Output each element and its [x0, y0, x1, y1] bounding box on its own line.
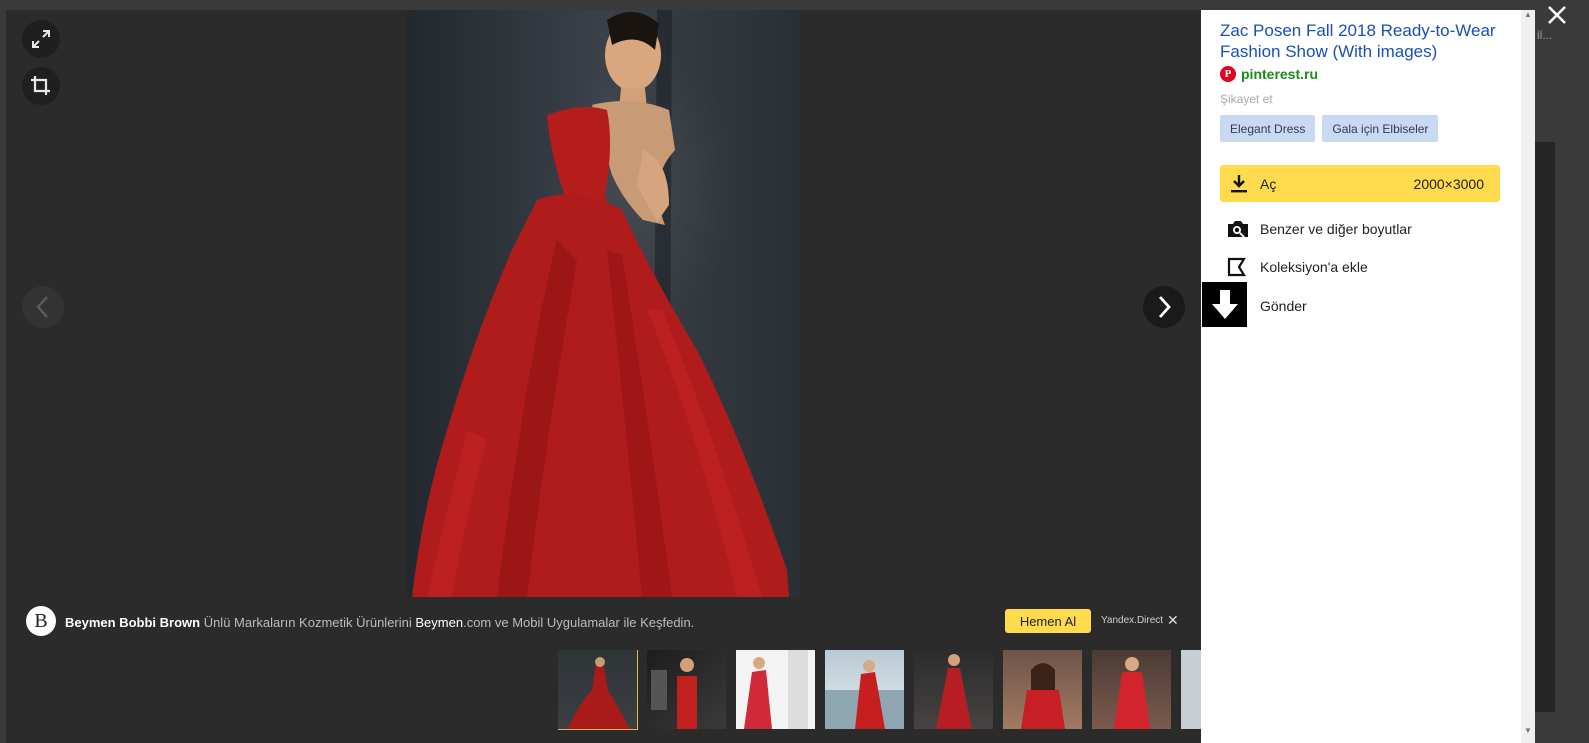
background-page-text: il...: [1537, 28, 1553, 42]
close-icon: ✕: [1167, 612, 1179, 628]
ad-brand-name: Beymen Bobbi Brown: [65, 615, 201, 630]
background-page-strip: [1535, 142, 1555, 712]
prev-image-button[interactable]: [22, 286, 64, 328]
thumbnail-image: [568, 657, 630, 729]
thumbnail-image: [1021, 663, 1065, 729]
thumbnail-image: [825, 660, 904, 729]
ad-text-after: .com ve Mobil Uygulamalar ile Keşfedin.: [463, 615, 695, 630]
ad-text-highlight: Beymen: [415, 615, 464, 630]
thumbnail-item[interactable]: [825, 650, 904, 729]
download-icon: [1231, 175, 1247, 193]
thumbnail-image: [936, 654, 972, 729]
source-link[interactable]: P pinterest.ru: [1220, 66, 1318, 82]
ad-text-before: Ünlü Markaların Kozmetik Ürünlerini: [200, 615, 416, 630]
thumbnail-item[interactable]: [736, 650, 815, 729]
chevron-right-icon: [1158, 296, 1171, 318]
add-to-collection-button[interactable]: Koleksiyon'a ekle: [1220, 254, 1500, 280]
similar-sizes-button[interactable]: Benzer ve diğer boyutlar: [1220, 216, 1500, 242]
open-image-button[interactable]: Aç 2000×3000: [1220, 165, 1500, 202]
ad-brand-logo: B: [26, 606, 56, 636]
chevron-left-icon: [36, 296, 48, 318]
fullscreen-button[interactable]: [22, 20, 60, 58]
thumbnail-item[interactable]: [647, 650, 726, 729]
thumbnail-item[interactable]: [1003, 650, 1082, 729]
pinterest-icon: P: [1220, 66, 1236, 82]
camera-search-icon: [1228, 221, 1248, 238]
ad-cta-button[interactable]: Hemen Al: [1005, 609, 1091, 633]
tag-elegant-dress[interactable]: Elegant Dress: [1220, 115, 1316, 142]
send-label: Gönder: [1260, 298, 1307, 314]
main-image[interactable]: [407, 10, 800, 597]
thumbnail-image: [651, 658, 697, 729]
page-title-link[interactable]: Zac Posen Fall 2018 Ready-to-Wear Fashio…: [1220, 20, 1510, 62]
panel-scrollbar[interactable]: ▲ ▼: [1521, 10, 1535, 743]
thumbnail-image: [1114, 657, 1150, 729]
ad-source-label: Yandex.Direct: [1101, 615, 1164, 626]
thumbnail-item[interactable]: [1092, 650, 1171, 729]
thumbnail-item[interactable]: [1181, 650, 1201, 729]
thumbnail-item[interactable]: [558, 650, 638, 730]
open-button-label: Aç: [1260, 176, 1277, 192]
ad-text[interactable]: Beymen Bobbi Brown Ünlü Markaların Kozme…: [65, 615, 694, 630]
close-icon: [1548, 6, 1566, 24]
scroll-down-icon[interactable]: ▼: [1524, 726, 1532, 735]
bookmark-icon: [1227, 257, 1246, 277]
crop-button[interactable]: [22, 67, 60, 105]
dress-photo: [412, 10, 789, 597]
tag-gala-dresses[interactable]: Gala için Elbiseler: [1322, 115, 1439, 142]
similar-sizes-label: Benzer ve diğer boyutlar: [1260, 221, 1412, 237]
download-arrow-icon: [1211, 289, 1238, 319]
thumbnail-strip: [558, 650, 1201, 732]
source-domain: pinterest.ru: [1241, 66, 1319, 82]
thumbnail-item[interactable]: [914, 650, 993, 729]
scroll-up-icon[interactable]: ▲: [1524, 10, 1532, 19]
tag-list: Elegant Dress Gala için Elbiseler: [1220, 115, 1439, 142]
ad-close-button[interactable]: ✕: [1167, 612, 1179, 629]
ad-banner[interactable]: B Beymen Bobbi Brown Ünlü Markaların Koz…: [6, 606, 1201, 638]
thumbnail-image: [744, 650, 808, 729]
next-image-button[interactable]: [1143, 286, 1185, 328]
download-overlay-button[interactable]: [1202, 282, 1247, 327]
image-size-label: 2000×3000: [1413, 176, 1484, 192]
send-button[interactable]: Gönder: [1220, 293, 1500, 319]
close-viewer-button[interactable]: [1546, 4, 1568, 26]
add-to-collection-label: Koleksiyon'a ekle: [1260, 259, 1368, 275]
expand-icon: [32, 30, 50, 48]
report-link[interactable]: Şikayet et: [1220, 92, 1273, 106]
info-panel: Zac Posen Fall 2018 Ready-to-Wear Fashio…: [1201, 10, 1521, 743]
image-viewer: B Beymen Bobbi Brown Ünlü Markaların Koz…: [6, 10, 1201, 743]
crop-icon: [31, 76, 50, 95]
